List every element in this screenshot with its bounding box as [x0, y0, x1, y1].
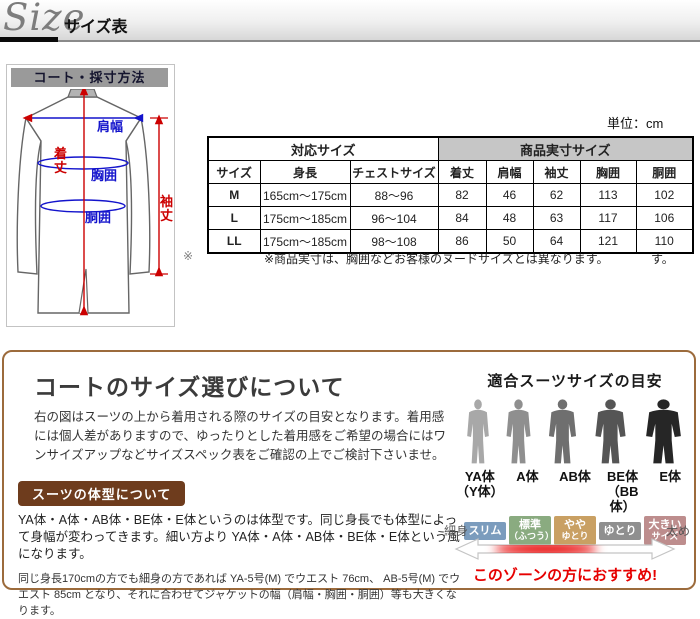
col-shoulder: 肩幅 — [486, 161, 533, 184]
table-note-fragment: す。 — [651, 250, 674, 267]
fit-chart-column: 適合スーツサイズの目安 — [456, 366, 694, 545]
group-header-support: 対応サイズ — [208, 137, 438, 161]
label-chest: 胸囲 — [91, 169, 117, 183]
col-chest: 胸囲 — [580, 161, 636, 184]
label-sub: （BB体） — [599, 484, 647, 514]
cell: 113 — [580, 184, 636, 207]
col-body-length: 着丈 — [438, 161, 486, 184]
label-main: AB体 — [551, 469, 599, 484]
table-note: ※商品実寸は、胸囲などお客様のヌードサイズとは異なります。 — [264, 250, 609, 267]
guide-text-column: コートのサイズ選びについて 右の図はスーツの上から着用される際のサイズの目安とな… — [18, 362, 458, 619]
badge-line1: 標準 — [509, 519, 551, 531]
body-type-label: E体 — [646, 469, 694, 514]
label-sleeve-length: 袖丈 — [160, 195, 175, 223]
silhouette-ab-icon — [545, 399, 580, 465]
table-column-header-row: サイズ 身長 チェストサイズ 着丈 肩幅 袖丈 胸囲 胴囲 — [208, 161, 693, 184]
recommend-text: このゾーンの方におすすめ! — [454, 564, 676, 585]
body-type-label: AB体 — [551, 469, 599, 514]
size-selection-guide-box: コートのサイズ選びについて 右の図はスーツの上から着用される際のサイズの目安とな… — [2, 350, 696, 590]
guide-heading: コートのサイズ選びについて — [34, 368, 458, 402]
body-type-label: BE体 （BB体） — [599, 469, 647, 514]
cell: 96～104 — [350, 207, 438, 230]
cell: 117 — [580, 207, 636, 230]
col-sleeve: 袖丈 — [533, 161, 580, 184]
col-waist: 胴囲 — [636, 161, 693, 184]
body-type-paragraph: YA体・A体・AB体・BE体・E体というのは体型です。同じ身長でも体型によって身… — [18, 512, 463, 563]
cell: 46 — [486, 184, 533, 207]
guide-intro-paragraph: 右の図はスーツの上から着用される際のサイズの目安となります。着用感には個人差があ… — [34, 408, 454, 465]
cell: 84 — [438, 207, 486, 230]
silhouette-e-icon — [641, 399, 686, 465]
cell: 165cm～175cm — [260, 184, 350, 207]
badge-line1: スリム — [464, 525, 506, 537]
diagram-title: コート・採寸方法 — [11, 68, 168, 87]
col-size: サイズ — [208, 161, 260, 184]
table-row: M 165cm～175cm 88～96 82 46 62 113 102 — [208, 184, 693, 207]
label-main: YA体 — [456, 469, 504, 484]
body-type-label: YA体 （Y体） — [456, 469, 504, 514]
fit-range-arrow — [454, 536, 676, 562]
body-type-label: A体 — [504, 469, 552, 514]
label-body-length: 着丈 — [54, 147, 69, 175]
silhouette-be-icon — [591, 399, 630, 465]
logo-underline — [0, 37, 58, 42]
page-title: サイズ表 — [64, 13, 128, 37]
label-main: E体 — [646, 469, 694, 484]
col-height: 身長 — [260, 161, 350, 184]
coat-measurement-diagram: コート・採寸方法 着丈 肩幅 胸囲 胴囲 袖丈 — [6, 64, 175, 327]
cell: 88～96 — [350, 184, 438, 207]
body-type-labels: YA体 （Y体） A体 AB体 BE体 （BB体） E体 — [456, 469, 694, 514]
group-header-actual: 商品実寸サイズ — [438, 137, 693, 161]
cell: LL — [208, 230, 260, 254]
cell: 62 — [533, 184, 580, 207]
badge-line1: やや — [554, 519, 596, 531]
cell: 82 — [438, 184, 486, 207]
body-type-silhouettes — [456, 399, 694, 465]
label-main: A体 — [504, 469, 552, 484]
fit-chart-title: 適合スーツサイズの目安 — [456, 370, 694, 391]
table-row: L 175cm～185cm 96～104 84 48 63 117 106 — [208, 207, 693, 230]
cell: 48 — [486, 207, 533, 230]
cell: 106 — [636, 207, 693, 230]
silhouette-a-icon — [503, 399, 534, 465]
badge-line1: ゆとり — [599, 525, 641, 537]
aside-asterisk: ※ — [183, 249, 193, 263]
cell: 102 — [636, 184, 693, 207]
cell: L — [208, 207, 260, 230]
coat-back-illustration — [7, 89, 174, 326]
table-group-header-row: 対応サイズ 商品実寸サイズ — [208, 137, 693, 161]
unit-label: 単位：cm — [607, 113, 663, 132]
cell: 175cm～185cm — [260, 207, 350, 230]
label-main: BE体 — [599, 469, 647, 484]
cell: M — [208, 184, 260, 207]
silhouette-ya-icon — [464, 399, 492, 465]
example-paragraph: 同じ身長170cmの方でも細身の方であれば YA-5号(M) でウエスト 76c… — [18, 571, 466, 619]
body-type-badge: スーツの体型について — [18, 481, 185, 506]
label-shoulder-width: 肩幅 — [97, 120, 123, 134]
col-chest-size: チェストサイズ — [350, 161, 438, 184]
cell: 63 — [533, 207, 580, 230]
label-sub: （Y体） — [456, 484, 504, 499]
size-spec-table: 対応サイズ 商品実寸サイズ サイズ 身長 チェストサイズ 着丈 肩幅 袖丈 胸囲… — [207, 136, 694, 254]
label-waist: 胴囲 — [85, 211, 111, 225]
